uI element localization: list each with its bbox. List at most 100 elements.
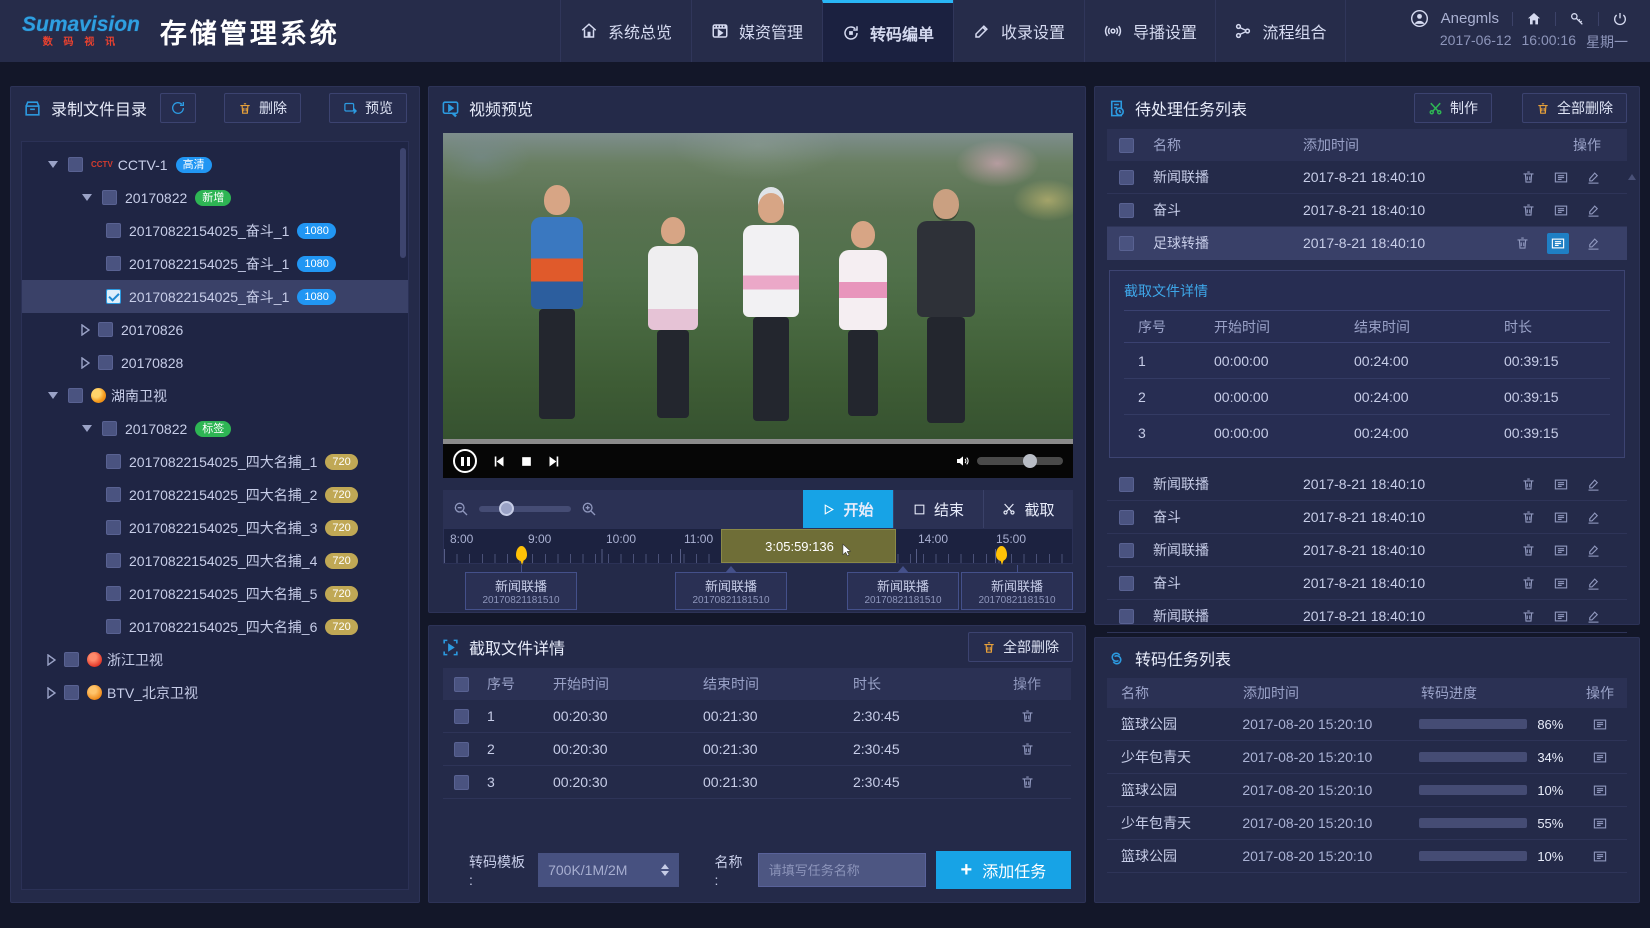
tree-node[interactable]: 20170822 新增 xyxy=(22,181,408,214)
task-name-input[interactable] xyxy=(758,853,926,887)
tree-node-selected[interactable]: 20170822154025_奋斗_1 1080 xyxy=(22,280,408,313)
tree-scrollbar[interactable] xyxy=(400,148,406,258)
pause-button[interactable] xyxy=(453,449,477,473)
tree-node[interactable]: 湖南卫视 xyxy=(22,379,408,412)
edit-icon[interactable] xyxy=(1586,476,1601,492)
tree-node[interactable]: 20170822 标签 xyxy=(22,412,408,445)
edit-icon[interactable] xyxy=(1586,575,1601,591)
tree-node[interactable]: 20170822154025_奋斗_1 1080 xyxy=(22,214,408,247)
tree-node[interactable]: 20170822154025_奋斗_1 1080 xyxy=(22,247,408,280)
pending-row[interactable]: 新闻联播 2017-8-21 18:40:10 xyxy=(1107,534,1627,567)
tree-node[interactable]: 20170822154025_四大名捕_5 720 xyxy=(22,577,408,610)
delete-icon[interactable] xyxy=(1521,575,1536,591)
transcode-row[interactable]: 篮球公园 2017-08-20 15:20:10 10% xyxy=(1107,840,1627,873)
marker-pin-icon[interactable] xyxy=(996,546,1007,561)
transcode-row[interactable]: 少年包青天 2017-08-20 15:20:10 55% xyxy=(1107,807,1627,840)
timeline-ruler[interactable]: 8:00 9:00 10:00 11:00 12:00 13:00 14:00 … xyxy=(443,528,1073,564)
pending-row[interactable]: 新闻联播 2017-8-21 18:40:10 xyxy=(1107,600,1627,633)
pending-row-selected[interactable]: 足球转播 2017-8-21 18:40:10 xyxy=(1107,227,1627,260)
tree-node[interactable]: 20170822154025_四大名捕_6 720 xyxy=(22,610,408,643)
delete-icon[interactable] xyxy=(1515,233,1530,254)
volume-slider[interactable] xyxy=(977,457,1063,465)
timeline-zoom-slider[interactable] xyxy=(479,506,571,512)
edit-icon[interactable] xyxy=(1586,542,1601,558)
preview-button[interactable]: 预览 xyxy=(329,93,407,123)
node-checkbox[interactable] xyxy=(102,421,117,436)
pending-row[interactable]: 奋斗 2017-8-21 18:40:10 xyxy=(1107,567,1627,600)
select-all-checkbox[interactable] xyxy=(454,677,469,692)
tree-node[interactable]: 20170822154025_四大名捕_2 720 xyxy=(22,478,408,511)
edit-icon[interactable] xyxy=(1586,509,1601,525)
pending-row[interactable]: 新闻联播 2017-8-21 18:40:10 xyxy=(1107,161,1627,194)
row-checkbox[interactable] xyxy=(454,709,469,724)
delete-all-button[interactable]: 全部删除 xyxy=(1522,93,1627,123)
caret-right-icon[interactable] xyxy=(44,687,58,699)
tree-node[interactable]: 20170828 xyxy=(22,346,408,379)
node-checkbox[interactable] xyxy=(68,388,83,403)
tree-node[interactable]: CCTV CCTV-1 高清 xyxy=(22,148,408,181)
nav-record-settings[interactable]: 收录设置 xyxy=(953,0,1084,62)
row-checkbox[interactable] xyxy=(454,742,469,757)
capture-row[interactable]: 3 00:20:30 00:21:30 2:30:45 xyxy=(443,766,1071,799)
tree-node[interactable]: 20170822154025_四大名捕_1 720 xyxy=(22,445,408,478)
delete-button[interactable]: 删除 xyxy=(224,93,301,123)
detail-icon[interactable] xyxy=(1553,169,1569,185)
row-checkbox[interactable] xyxy=(1119,477,1134,492)
row-checkbox[interactable] xyxy=(1119,543,1134,558)
tree-node[interactable]: 浙江卫视 xyxy=(22,643,408,676)
delete-icon[interactable] xyxy=(1521,542,1536,558)
caret-down-icon[interactable] xyxy=(82,425,92,432)
prev-frame-button[interactable] xyxy=(491,454,506,469)
node-checkbox[interactable] xyxy=(106,520,121,535)
node-checkbox[interactable] xyxy=(106,454,121,469)
detail-icon[interactable] xyxy=(1553,509,1569,525)
make-button[interactable]: 制作 xyxy=(1414,93,1492,123)
row-checkbox[interactable] xyxy=(1119,170,1134,185)
detail-icon[interactable] xyxy=(1553,542,1569,558)
node-checkbox[interactable] xyxy=(106,553,121,568)
node-checkbox[interactable] xyxy=(106,223,121,238)
capture-row[interactable]: 1 00:20:30 00:21:30 2:30:45 xyxy=(443,700,1071,733)
next-frame-button[interactable] xyxy=(547,454,562,469)
cut-button[interactable]: 截取 xyxy=(983,490,1073,528)
edit-icon[interactable] xyxy=(1586,608,1601,624)
nav-media-management[interactable]: 媒资管理 xyxy=(691,0,822,62)
delete-icon[interactable] xyxy=(1521,509,1536,525)
caret-down-icon[interactable] xyxy=(48,161,58,168)
clip-box[interactable]: 新闻联播 20170821181510 xyxy=(675,572,787,610)
delete-icon[interactable] xyxy=(1521,476,1536,492)
select-all-checkbox[interactable] xyxy=(1119,138,1134,153)
tree-node[interactable]: 20170822154025_四大名捕_3 720 xyxy=(22,511,408,544)
stop-button[interactable] xyxy=(520,455,533,468)
delete-all-button[interactable]: 全部删除 xyxy=(968,632,1073,662)
list-scrollbar[interactable] xyxy=(1628,157,1636,610)
refresh-button[interactable] xyxy=(160,93,196,123)
key-icon[interactable] xyxy=(1569,11,1585,27)
tree-node[interactable]: 20170826 xyxy=(22,313,408,346)
detail-icon[interactable] xyxy=(1553,608,1569,624)
start-button[interactable]: 开始 xyxy=(803,490,893,528)
username[interactable]: Anegmls xyxy=(1441,10,1499,27)
detail-icon[interactable] xyxy=(1553,476,1569,492)
pending-row[interactable]: 新闻联播 2017-8-21 18:40:10 xyxy=(1107,468,1627,501)
transcode-row[interactable]: 少年包青天 2017-08-20 15:20:10 34% xyxy=(1107,741,1627,774)
pending-row[interactable]: 奋斗 2017-8-21 18:40:10 xyxy=(1107,501,1627,534)
caret-down-icon[interactable] xyxy=(82,194,92,201)
detail-icon[interactable] xyxy=(1592,816,1608,831)
zoom-in-icon[interactable] xyxy=(581,501,597,517)
tree-node[interactable]: BTV_北京卫视 xyxy=(22,676,408,709)
caret-right-icon[interactable] xyxy=(78,324,92,336)
caret-right-icon[interactable] xyxy=(78,357,92,369)
video-frame[interactable] xyxy=(443,133,1073,439)
detail-icon-active[interactable] xyxy=(1547,233,1569,254)
detail-icon[interactable] xyxy=(1553,202,1569,218)
delete-row-icon[interactable] xyxy=(1020,708,1035,724)
marker-pin-icon[interactable] xyxy=(516,546,527,561)
node-checkbox[interactable] xyxy=(106,256,121,271)
node-checkbox[interactable] xyxy=(106,619,121,634)
edit-icon[interactable] xyxy=(1586,169,1601,185)
node-checkbox-checked[interactable] xyxy=(106,289,121,304)
clip-box[interactable]: 新闻联播 20170821181510 xyxy=(961,572,1073,610)
nav-system-overview[interactable]: 系统总览 xyxy=(560,0,691,62)
volume-icon[interactable] xyxy=(955,453,971,469)
